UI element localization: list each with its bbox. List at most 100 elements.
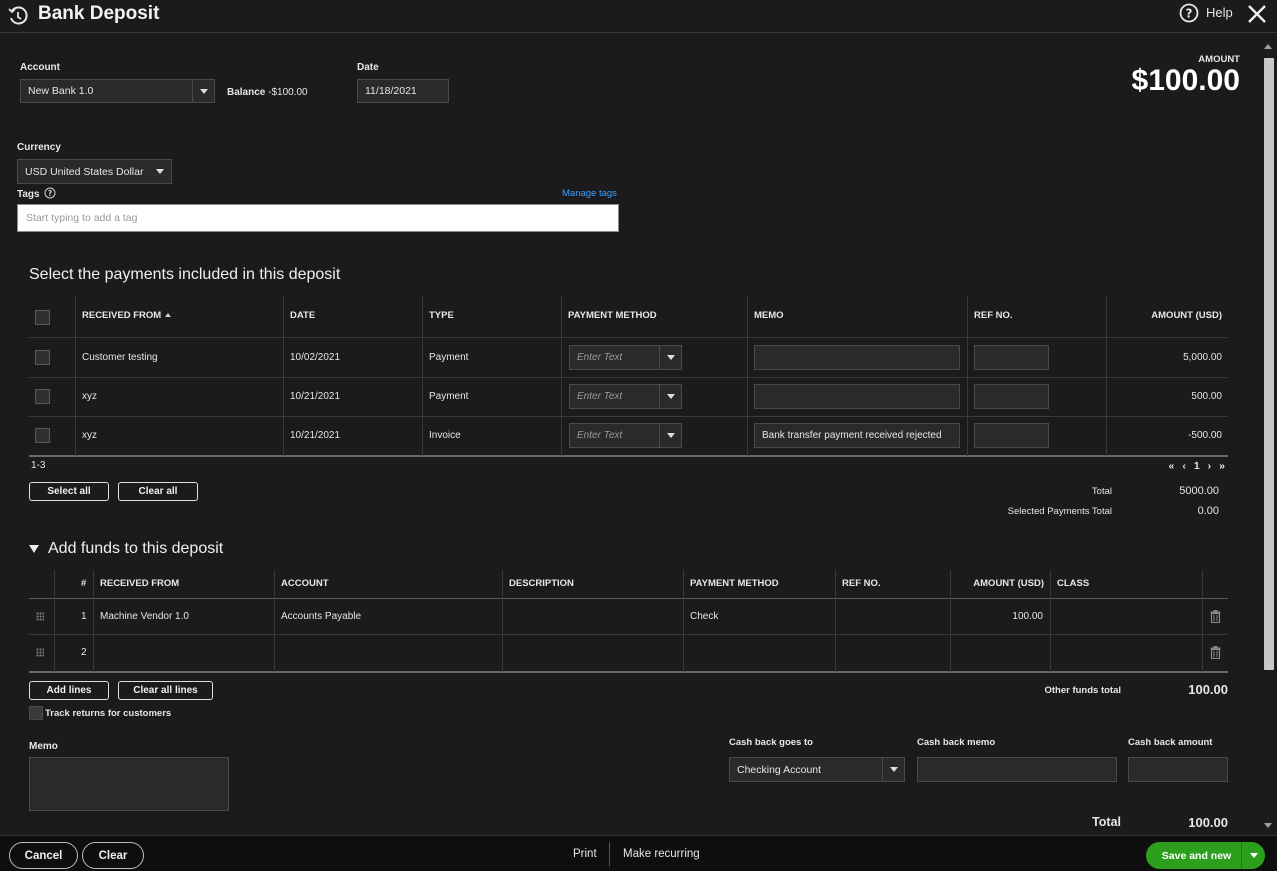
sort-up-icon bbox=[164, 313, 171, 317]
total-value: 5000.00 bbox=[1179, 485, 1219, 497]
cash-back-account-select[interactable]: Checking Account bbox=[729, 757, 905, 782]
col-date[interactable]: DATE bbox=[290, 310, 315, 321]
payment-method-select[interactable]: Enter Text bbox=[569, 423, 682, 448]
payment-method-select[interactable]: Enter Text bbox=[569, 384, 682, 409]
row-checkbox[interactable] bbox=[35, 428, 50, 443]
trash-icon[interactable] bbox=[1210, 646, 1221, 662]
col-amount[interactable]: AMOUNT (USD) bbox=[1151, 310, 1222, 321]
first-page-button[interactable]: « bbox=[1168, 460, 1174, 472]
prev-page-button[interactable]: ‹ bbox=[1182, 460, 1186, 472]
select-all-checkbox[interactable] bbox=[35, 310, 50, 325]
cell-type: Invoice bbox=[429, 430, 461, 441]
info-icon[interactable]: ? bbox=[44, 187, 56, 202]
ref-input[interactable] bbox=[974, 384, 1049, 409]
next-page-button[interactable]: › bbox=[1208, 460, 1212, 472]
other-funds-total-value: 100.00 bbox=[1188, 682, 1228, 697]
col-ref-no[interactable]: REF NO. bbox=[974, 310, 1013, 321]
currency-value: USD United States Dollar bbox=[25, 165, 144, 178]
save-options-chevron-icon[interactable] bbox=[1241, 842, 1265, 869]
currency-select[interactable]: USD United States Dollar bbox=[17, 159, 172, 184]
last-page-button[interactable]: » bbox=[1219, 460, 1225, 472]
ref-input[interactable] bbox=[974, 423, 1049, 448]
ref-input[interactable] bbox=[974, 345, 1049, 370]
chevron-down-icon[interactable] bbox=[882, 758, 904, 781]
memo-input[interactable] bbox=[754, 345, 960, 370]
track-returns-label: Track returns for customers bbox=[45, 707, 172, 719]
cell-date: 10/21/2021 bbox=[290, 430, 341, 441]
col-payment-method[interactable]: PAYMENT METHOD bbox=[568, 310, 657, 321]
balance-row: Balance -$100.00 bbox=[227, 87, 308, 98]
chevron-down-icon[interactable] bbox=[149, 160, 171, 183]
col-account: ACCOUNT bbox=[281, 578, 329, 589]
make-recurring-link[interactable]: Make recurring bbox=[623, 848, 700, 860]
cell-received-from[interactable]: Machine Vendor 1.0 bbox=[100, 611, 189, 622]
scroll-up-icon[interactable] bbox=[1264, 44, 1272, 49]
row-checkbox[interactable] bbox=[35, 350, 50, 365]
tags-input[interactable]: Start typing to add a tag bbox=[17, 204, 619, 232]
col-divider bbox=[274, 570, 275, 672]
cell-amount[interactable]: 100.00 bbox=[1012, 611, 1043, 622]
row-checkbox[interactable] bbox=[35, 389, 50, 404]
col-received-from[interactable]: RECEIVED FROM bbox=[82, 310, 171, 321]
amount-value: $100.00 bbox=[1131, 64, 1240, 97]
table-divider bbox=[29, 598, 1228, 599]
add-lines-button[interactable]: Add lines bbox=[29, 681, 109, 700]
clear-all-button[interactable]: Clear all bbox=[118, 482, 198, 501]
table-divider bbox=[29, 455, 1228, 457]
cash-back-memo-input[interactable] bbox=[917, 757, 1117, 782]
print-link[interactable]: Print bbox=[573, 848, 597, 860]
col-number: # bbox=[81, 578, 87, 589]
clear-button[interactable]: Clear bbox=[82, 842, 144, 869]
account-select[interactable]: New Bank 1.0 bbox=[20, 79, 215, 103]
cash-back-amount-input[interactable] bbox=[1128, 757, 1228, 782]
cell-amount: -500.00 bbox=[1188, 430, 1222, 441]
table-divider bbox=[29, 634, 1228, 635]
date-input[interactable]: 11/18/2021 bbox=[357, 79, 449, 103]
manage-tags-link[interactable]: Manage tags bbox=[562, 188, 617, 199]
help-icon[interactable]: ? bbox=[1179, 3, 1199, 26]
date-value: 11/18/2021 bbox=[365, 85, 417, 97]
col-type[interactable]: TYPE bbox=[429, 310, 454, 321]
table-divider bbox=[29, 377, 1228, 378]
grand-total-value: 100.00 bbox=[1188, 815, 1228, 830]
drag-handle-icon[interactable] bbox=[36, 612, 44, 621]
memo-input[interactable] bbox=[754, 384, 960, 409]
collapse-triangle-icon bbox=[29, 545, 39, 553]
page-title: Bank Deposit bbox=[38, 3, 160, 24]
memo-input[interactable]: Bank transfer payment received rejected bbox=[754, 423, 960, 448]
chevron-down-icon[interactable] bbox=[659, 385, 681, 408]
save-and-new-button[interactable]: Save and new bbox=[1146, 850, 1241, 862]
clear-all-lines-button[interactable]: Clear all lines bbox=[118, 681, 213, 700]
cell-received-from: xyz bbox=[82, 430, 97, 441]
account-value: New Bank 1.0 bbox=[28, 85, 94, 97]
cancel-button[interactable]: Cancel bbox=[9, 842, 78, 869]
cell-amount: 5,000.00 bbox=[1183, 352, 1222, 363]
cell-number: 1 bbox=[81, 611, 87, 622]
chevron-down-icon[interactable] bbox=[192, 80, 214, 102]
col-divider bbox=[1106, 296, 1107, 456]
memo-textarea[interactable] bbox=[29, 757, 229, 811]
scroll-down-icon[interactable] bbox=[1264, 823, 1272, 828]
col-payment-method: PAYMENT METHOD bbox=[690, 578, 779, 589]
tags-label: Tags bbox=[17, 189, 40, 200]
cell-payment-method[interactable]: Check bbox=[690, 611, 718, 622]
cell-type: Payment bbox=[429, 391, 469, 402]
chevron-down-icon[interactable] bbox=[659, 424, 681, 447]
col-amount: AMOUNT (USD) bbox=[973, 578, 1044, 589]
history-icon[interactable] bbox=[7, 5, 29, 30]
chevron-down-icon[interactable] bbox=[659, 346, 681, 369]
col-memo[interactable]: MEMO bbox=[754, 310, 784, 321]
cell-account[interactable]: Accounts Payable bbox=[281, 611, 361, 622]
track-returns-row[interactable]: Track returns for customers bbox=[29, 706, 171, 720]
select-all-button[interactable]: Select all bbox=[29, 482, 109, 501]
payment-method-select[interactable]: Enter Text bbox=[569, 345, 682, 370]
track-returns-checkbox[interactable] bbox=[29, 706, 43, 720]
close-icon[interactable] bbox=[1245, 2, 1269, 29]
help-link[interactable]: Help bbox=[1206, 5, 1233, 20]
scrollbar-thumb[interactable] bbox=[1264, 58, 1274, 670]
funds-section-toggle[interactable]: Add funds to this deposit bbox=[29, 540, 223, 558]
svg-text:?: ? bbox=[47, 189, 51, 198]
drag-handle-icon[interactable] bbox=[36, 648, 44, 657]
trash-icon[interactable] bbox=[1210, 610, 1221, 626]
col-divider bbox=[54, 570, 55, 672]
